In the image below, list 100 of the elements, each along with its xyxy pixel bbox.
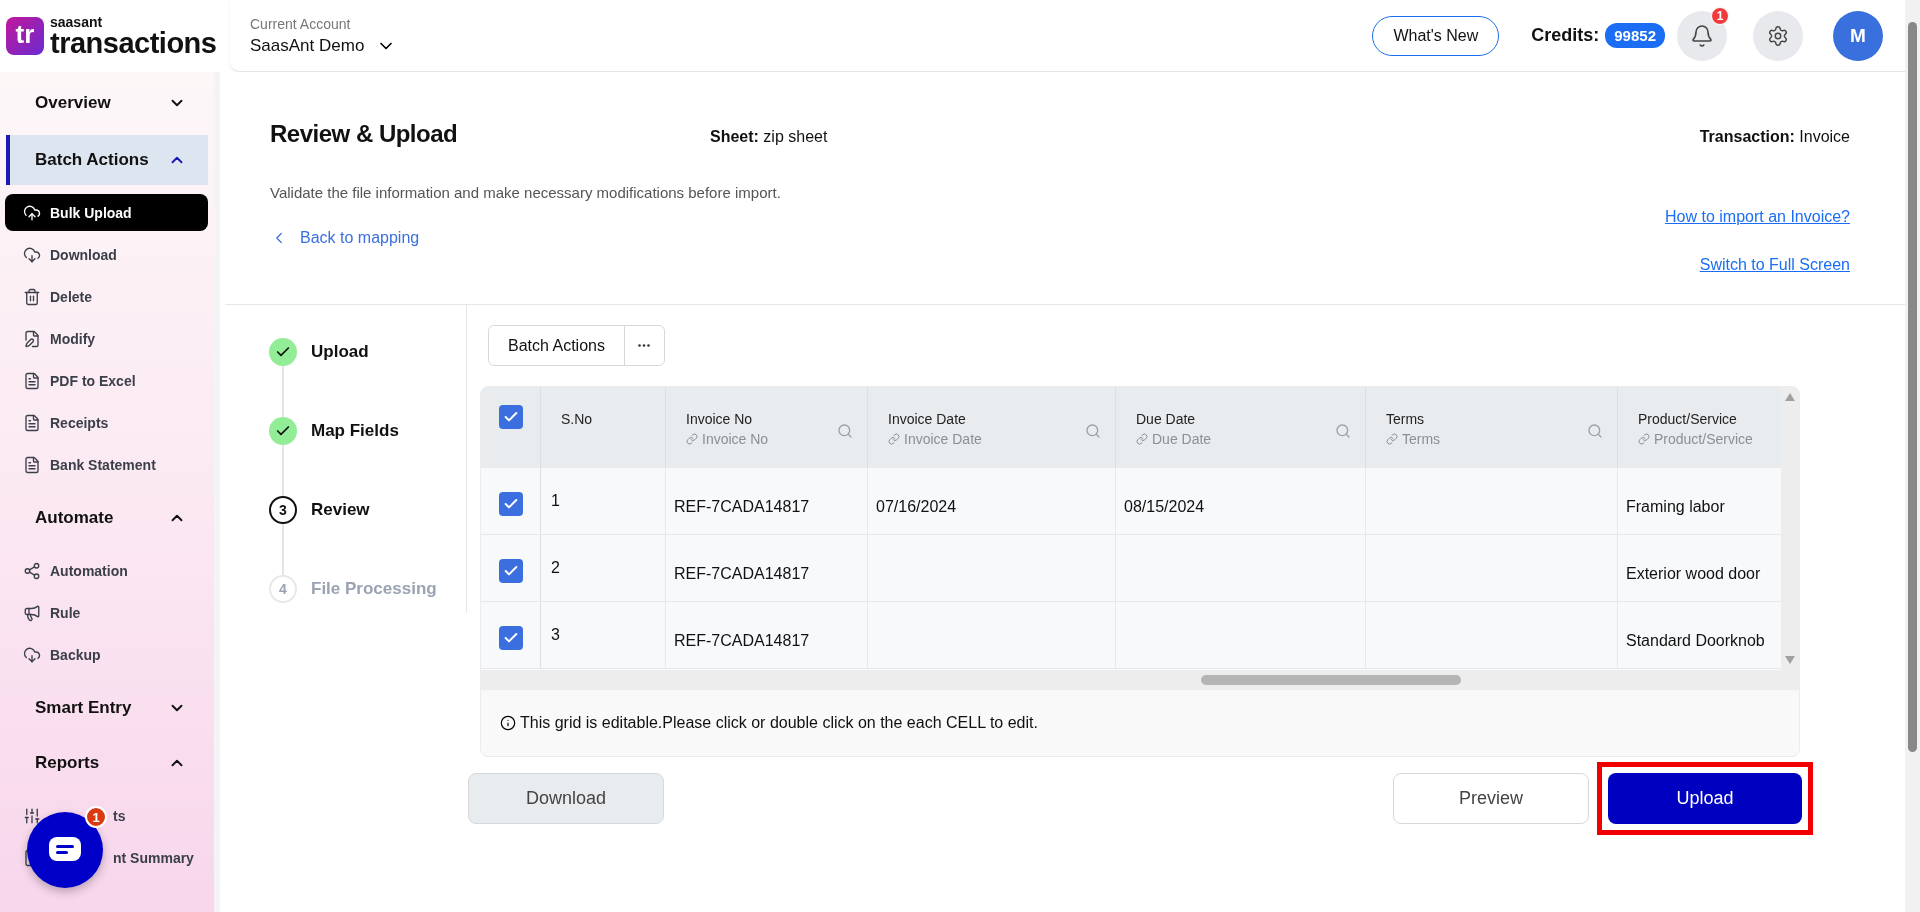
page-title: Review & Upload (270, 120, 459, 148)
row-checkbox[interactable] (498, 492, 523, 516)
info-icon (500, 715, 516, 731)
search-icon[interactable] (837, 423, 853, 439)
notifications-button[interactable]: 1 (1677, 10, 1727, 61)
pdf-file-icon (23, 372, 41, 390)
sidebar-item[interactable]: Download (50, 247, 117, 263)
megaphone-icon (23, 604, 41, 622)
settings-button[interactable] (1753, 10, 1803, 61)
file-pen-icon (23, 330, 41, 348)
credits-label: Credits: (1531, 25, 1600, 46)
step-label: Review (311, 499, 370, 521)
scroll-up-arrow-icon[interactable] (1785, 393, 1795, 401)
pdf-file-icon (23, 456, 41, 474)
account-switcher[interactable]: Current Account SaasAnt Demo (250, 15, 397, 56)
sidebar-item[interactable]: Modify (50, 331, 96, 347)
more-button[interactable] (623, 326, 664, 365)
page-scrollbar[interactable] (1905, 0, 1920, 912)
column-title: Product/Service (1638, 411, 1738, 427)
scroll-down-arrow-icon[interactable] (1785, 656, 1795, 664)
mapped-field: Invoice No (702, 431, 769, 447)
sidebar-item[interactable]: Delete (50, 289, 93, 305)
cloud-download-icon (23, 646, 41, 664)
select-all-checkbox[interactable] (498, 405, 523, 429)
help-link[interactable]: How to import an Invoice? (1665, 208, 1850, 226)
mapped-field: Invoice Date (904, 431, 982, 447)
table-cell[interactable]: Framing labor (1626, 498, 1725, 515)
sidebar-section[interactable]: Batch Actions (6, 135, 208, 185)
cloud-upload-icon (23, 203, 41, 222)
table-cell[interactable]: REF-7CADA14817 (674, 632, 810, 649)
link-icon (1386, 433, 1398, 445)
mapped-field: Product/Service (1654, 431, 1753, 447)
whats-new-button[interactable]: What's New (1372, 15, 1500, 56)
column-title: Invoice No (686, 411, 754, 427)
page-description: Validate the file information and make necessary modifications before import. (270, 184, 781, 201)
mapped-field: Terms (1402, 431, 1441, 447)
mapped-field: Due Date (1152, 431, 1212, 447)
column-title: Due Date (1136, 411, 1197, 427)
settings-icon (1767, 24, 1789, 47)
row-checkbox[interactable] (498, 559, 523, 583)
horizontal-scrollbar[interactable] (481, 670, 1799, 690)
step-label: Upload (311, 341, 369, 363)
brand-name: saasant (50, 14, 104, 29)
link-icon (686, 433, 698, 445)
trash-icon (23, 288, 41, 306)
preview-button[interactable]: Preview (1393, 773, 1589, 824)
search-icon[interactable] (1085, 423, 1101, 439)
chat-icon (48, 836, 82, 864)
sidebar-item[interactable]: Backup (50, 647, 101, 663)
row-checkbox[interactable] (498, 626, 523, 650)
sidebar-section[interactable]: Overview (6, 80, 208, 126)
table-cell[interactable]: 1 (551, 492, 560, 509)
table-cell[interactable]: 3 (551, 626, 560, 643)
vertical-scrollbar[interactable] (1781, 387, 1799, 670)
sidebar-item[interactable]: Rule (50, 605, 81, 621)
bell-icon (1690, 23, 1714, 48)
link-icon (1136, 433, 1148, 445)
link-icon (1638, 433, 1650, 445)
table-cell[interactable]: Standard Doorknob (1626, 632, 1765, 649)
download-button[interactable]: Download (468, 773, 664, 824)
sidebar-item[interactable]: Bank Statement (50, 457, 156, 473)
step-label: Map Fields (311, 420, 399, 442)
sidebar-item[interactable]: Receipts (50, 415, 109, 431)
sheet-info: Sheet: zip sheet (710, 128, 829, 146)
sidebar-section[interactable]: Automate (6, 495, 208, 541)
share-nodes-icon (23, 562, 41, 580)
pdf-file-icon (23, 414, 41, 432)
sidebar-item[interactable]: ts (113, 808, 126, 824)
table-cell[interactable]: REF-7CADA14817 (674, 498, 810, 515)
table-cell[interactable]: 08/15/2024 (1124, 498, 1205, 515)
back-link[interactable]: Back to mapping (270, 229, 420, 247)
transaction-info: Transaction: Invoice (1699, 128, 1850, 146)
table-cell[interactable]: 2 (551, 559, 560, 576)
table-cell[interactable]: REF-7CADA14817 (674, 565, 810, 582)
sidebar-item[interactable]: Bulk Upload (5, 194, 208, 231)
help-link[interactable]: Switch to Full Screen (1699, 256, 1850, 274)
upload-button[interactable]: Upload (1608, 773, 1802, 824)
link-icon (888, 433, 900, 445)
sidebar-item[interactable]: Automation (50, 563, 128, 579)
sidebar-section[interactable]: Smart Entry (6, 685, 208, 731)
step-indicator: 3 (269, 496, 297, 524)
user-avatar[interactable]: M (1833, 10, 1883, 61)
table-cell[interactable]: 07/16/2024 (876, 498, 957, 515)
column-title: S.No (561, 411, 593, 427)
sidebar-section[interactable]: Reports (6, 740, 208, 786)
column-title: Terms (1386, 411, 1426, 427)
sliders-icon (23, 807, 41, 825)
notification-badge: 1 (1711, 6, 1729, 25)
sidebar-item[interactable]: nt Summary (113, 850, 194, 866)
column-title: Invoice Date (888, 411, 967, 427)
sidebar-item[interactable]: PDF to Excel (50, 373, 136, 389)
cloud-download-icon (23, 246, 41, 264)
logo-mark: tr (6, 17, 44, 55)
credits-count: 99852 (1605, 23, 1665, 48)
table-cell[interactable]: Exterior wood door (1626, 565, 1761, 582)
step-indicator: 4 (269, 575, 297, 603)
search-icon[interactable] (1587, 423, 1603, 439)
grid-hint: This grid is editable.Please click or double click on the each CELL to edit. (520, 714, 1038, 732)
search-icon[interactable] (1335, 423, 1351, 439)
ellipsis-icon (638, 344, 651, 347)
